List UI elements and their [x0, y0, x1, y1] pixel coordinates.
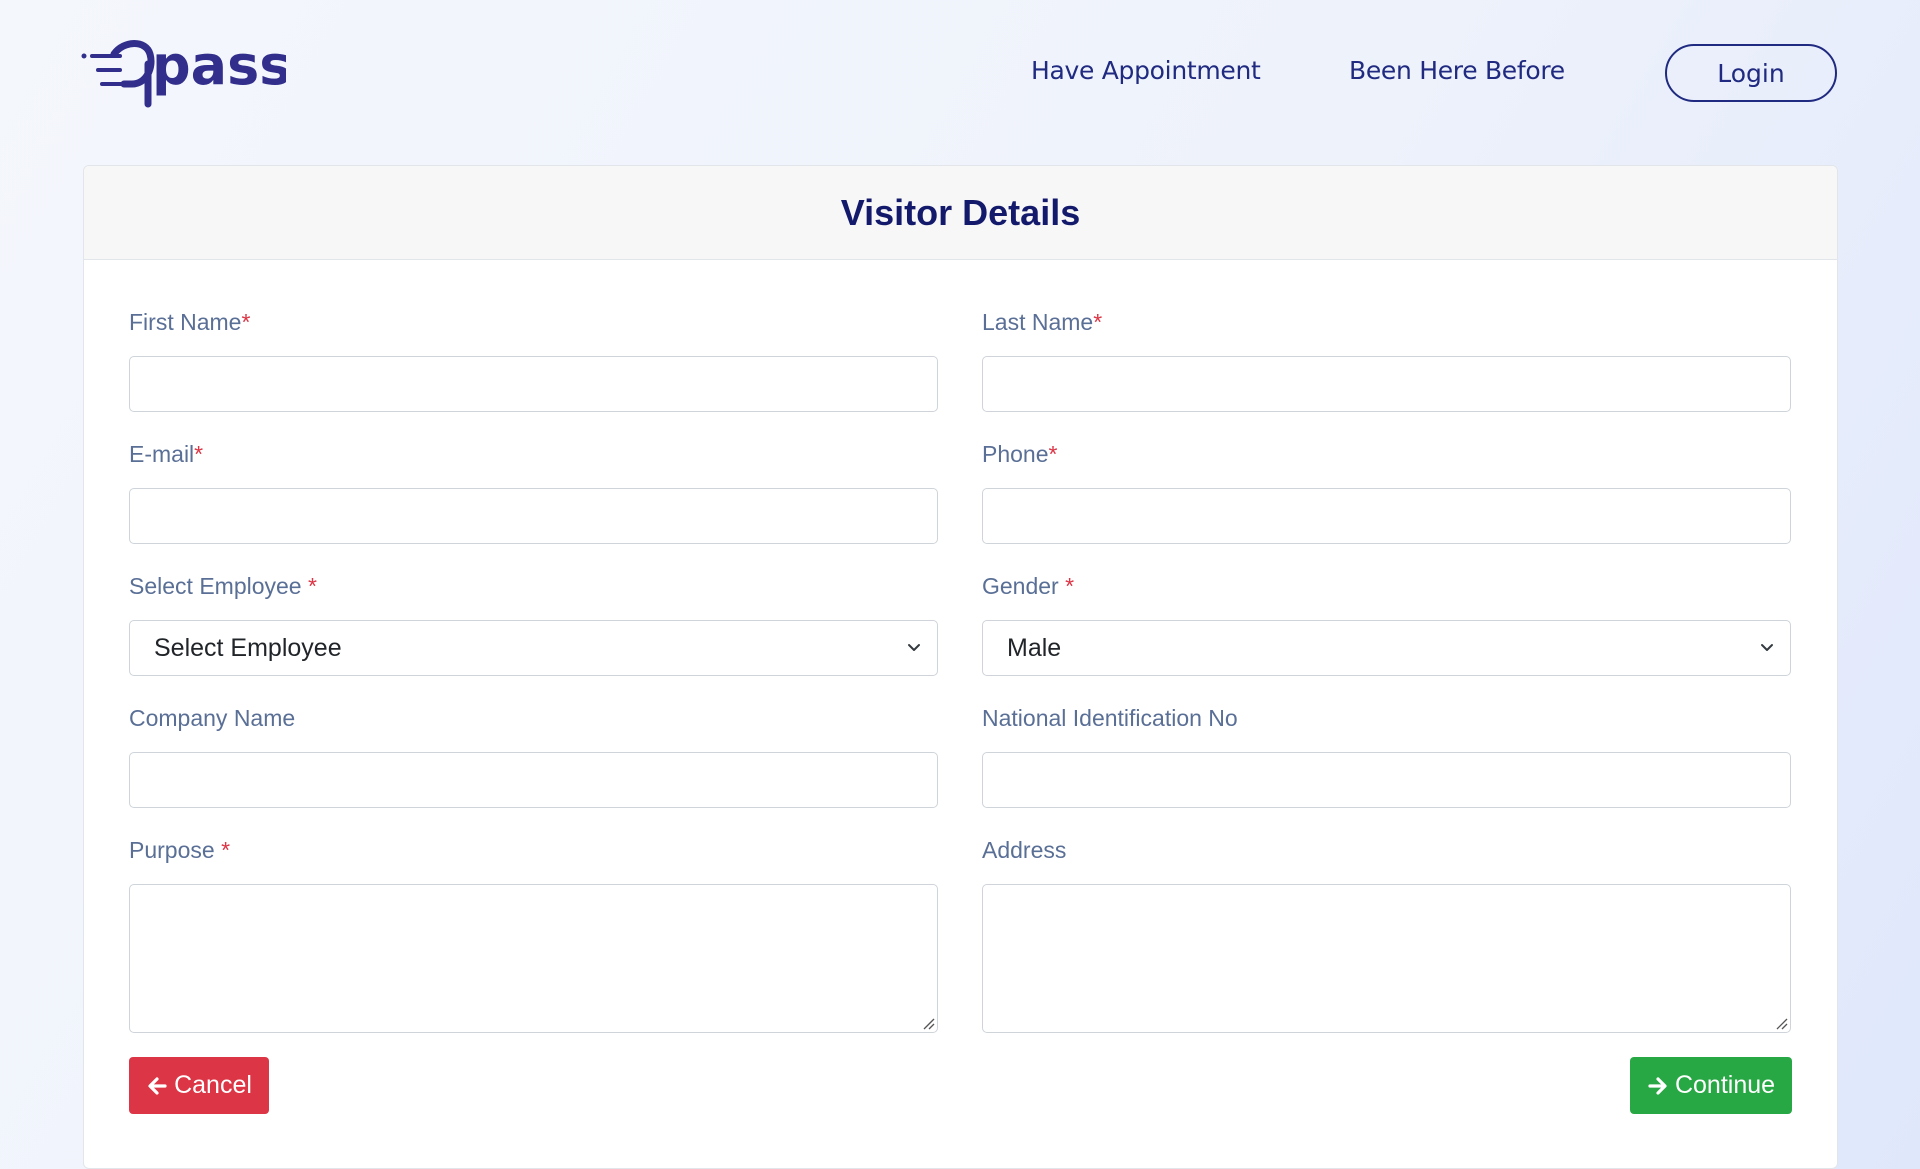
phone-label-text: Phone: [982, 441, 1049, 467]
page-title: Visitor Details: [840, 191, 1081, 233]
required-mark: *: [241, 309, 251, 335]
login-button[interactable]: Login: [1665, 44, 1837, 102]
phone-field[interactable]: [982, 488, 1791, 544]
cancel-button[interactable]: Cancel: [129, 1057, 269, 1114]
visitor-details-card: Visitor Details First Name* Last Name* E…: [83, 165, 1838, 1169]
address-textarea-wrap: [982, 884, 1791, 1033]
address-label: Address: [982, 837, 1067, 863]
continue-button[interactable]: Continue: [1630, 1057, 1792, 1114]
gender-select[interactable]: Male: [982, 620, 1791, 676]
email-label-text: E-mail: [129, 441, 195, 467]
purpose-textarea[interactable]: [129, 884, 938, 1033]
resize-grip-icon[interactable]: [921, 1016, 935, 1030]
required-mark: *: [1065, 573, 1075, 599]
card-header: Visitor Details: [84, 166, 1837, 260]
employee-label-text: Select Employee: [129, 573, 308, 599]
continue-label: Continue: [1674, 1071, 1776, 1099]
last-name-label: Last Name*: [982, 309, 1102, 336]
required-mark: *: [1093, 309, 1103, 335]
purpose-label: Purpose *: [129, 837, 230, 864]
email-label: E-mail*: [129, 441, 203, 468]
employee-selected-value: Select Employee: [154, 633, 342, 662]
cancel-label: Cancel: [174, 1071, 252, 1099]
first-name-input[interactable]: [129, 356, 938, 412]
first-name-label: First Name*: [129, 309, 250, 336]
purpose-label-text: Purpose: [129, 837, 222, 863]
national-id-input[interactable]: [982, 752, 1791, 808]
logo-text: pass: [152, 34, 286, 97]
company-name-label: Company Name: [129, 705, 296, 731]
required-mark: *: [1048, 441, 1058, 467]
required-mark: *: [307, 573, 317, 599]
required-mark: *: [221, 837, 231, 863]
resize-grip-icon[interactable]: [1774, 1016, 1788, 1030]
chevron-down-icon: [1761, 644, 1773, 651]
gender-selected-value: Male: [1007, 633, 1062, 662]
last-name-input[interactable]: [982, 356, 1791, 412]
arrow-left-icon: [148, 1076, 167, 1095]
first-name-label-text: First Name: [129, 309, 242, 335]
address-textarea[interactable]: [982, 884, 1791, 1033]
employee-label: Select Employee *: [129, 573, 317, 600]
required-mark: *: [194, 441, 204, 467]
nav-been-here-before[interactable]: Been Here Before: [1349, 56, 1565, 85]
gender-label-text: Gender: [982, 573, 1066, 599]
phone-label: Phone*: [982, 441, 1057, 468]
purpose-textarea-wrap: [129, 884, 938, 1033]
email-field[interactable]: [129, 488, 938, 544]
top-header: pass Have Appointment Been Here Before L…: [0, 0, 1920, 150]
arrow-right-icon: [1648, 1076, 1667, 1095]
nav-have-appointment[interactable]: Have Appointment: [1031, 56, 1261, 85]
company-name-input[interactable]: [129, 752, 938, 808]
employee-select[interactable]: Select Employee: [129, 620, 938, 676]
gender-label: Gender *: [982, 573, 1074, 600]
last-name-label-text: Last Name: [982, 309, 1094, 335]
national-id-label: National Identification No: [982, 705, 1238, 731]
qpass-logo[interactable]: pass: [80, 34, 286, 110]
chevron-down-icon: [908, 644, 920, 651]
